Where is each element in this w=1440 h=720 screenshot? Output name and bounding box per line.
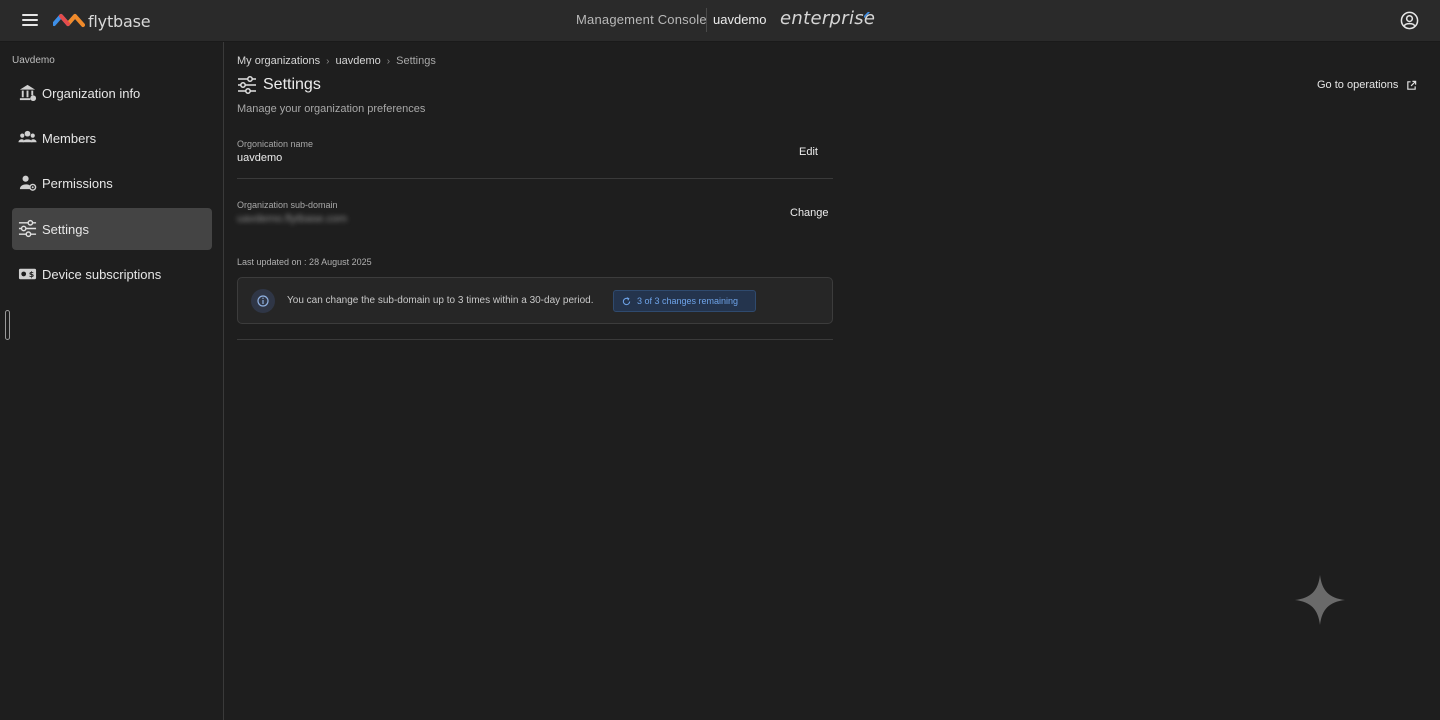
info-icon (257, 295, 269, 307)
sidebar-item-permissions[interactable]: Permissions (12, 162, 212, 204)
sidebar-org-label: Uavdemo (12, 55, 55, 66)
brand-name: flytbase (88, 11, 151, 31)
changes-remaining-badge: 3 of 3 changes remaining (613, 290, 756, 312)
subdomain-label: Organization sub-domain (237, 200, 338, 210)
sidebar-item-device-subscriptions[interactable]: $ Device subscriptions (12, 253, 212, 295)
breadcrumb: My organizations › uavdemo › Settings (237, 55, 436, 67)
breadcrumb-uavdemo[interactable]: uavdemo (336, 55, 381, 67)
sidebar-item-organization-info[interactable]: Organization info (12, 72, 212, 114)
subscription-icon: $ (18, 268, 37, 280)
sidebar-item-label: Device subscriptions (42, 266, 162, 282)
change-subdomain-button[interactable]: Change (790, 207, 829, 219)
subdomain-value: uavdemo.flytbase.com (237, 213, 348, 225)
refresh-icon (622, 296, 631, 305)
top-bar: flytbase Management Console uavdemo ente… (0, 0, 1440, 42)
go-to-operations-link[interactable]: Go to operations (1317, 79, 1417, 91)
sidebar-scroll-handle[interactable] (5, 310, 10, 340)
section-divider (237, 178, 833, 179)
org-name-value: uavdemo (237, 152, 283, 164)
menu-icon[interactable] (22, 14, 38, 27)
sidebar-item-members[interactable]: Members (12, 117, 212, 159)
users-icon (18, 130, 37, 143)
org-name-label: Orgonication name (237, 139, 314, 149)
header-org-name: uavdemo (713, 12, 767, 27)
last-updated-text: Last updated on : 28 August 2025 (237, 257, 372, 267)
sidebar-item-settings[interactable]: Settings (12, 208, 212, 250)
sparkle-assistant-icon[interactable] (1295, 575, 1345, 625)
sidebar-item-label: Permissions (42, 175, 113, 191)
section-divider (237, 339, 833, 340)
edition-mark-icon (864, 12, 870, 18)
chevron-right-icon: › (386, 55, 391, 67)
external-link-icon (1407, 80, 1417, 90)
sliders-icon (238, 76, 256, 94)
breadcrumb-my-organizations[interactable]: My organizations (237, 55, 320, 67)
sidebar: Uavdemo Organization info Members Permis… (0, 42, 224, 720)
account-icon[interactable] (1400, 11, 1419, 30)
subdomain-info-banner: You can change the sub-domain up to 3 ti… (237, 277, 833, 324)
header-divider (706, 8, 707, 32)
console-title: Management Console (576, 12, 707, 27)
edition-label: enterprise (780, 8, 876, 29)
info-text: You can change the sub-domain up to 3 ti… (287, 295, 594, 306)
edit-org-name-button[interactable]: Edit (799, 146, 818, 158)
svg-text:$: $ (29, 270, 34, 279)
page-title-row: Settings (237, 76, 321, 94)
page-title: Settings (263, 76, 321, 93)
info-icon-wrap (251, 289, 275, 313)
page-subtitle: Manage your organization preferences (237, 103, 426, 115)
sidebar-item-label: Organization info (42, 85, 141, 101)
brand-logo[interactable]: flytbase (53, 10, 151, 32)
sliders-icon (18, 219, 37, 238)
sidebar-item-label: Members (42, 130, 97, 146)
building-icon (19, 84, 37, 102)
changes-remaining-text: 3 of 3 changes remaining (637, 296, 739, 306)
go-to-operations-label: Go to operations (1317, 79, 1399, 91)
breadcrumb-settings: Settings (396, 55, 436, 67)
sidebar-item-label: Settings (42, 221, 89, 237)
flytbase-logo-icon (53, 14, 85, 27)
user-key-icon (19, 175, 37, 191)
chevron-right-icon: › (326, 55, 330, 67)
